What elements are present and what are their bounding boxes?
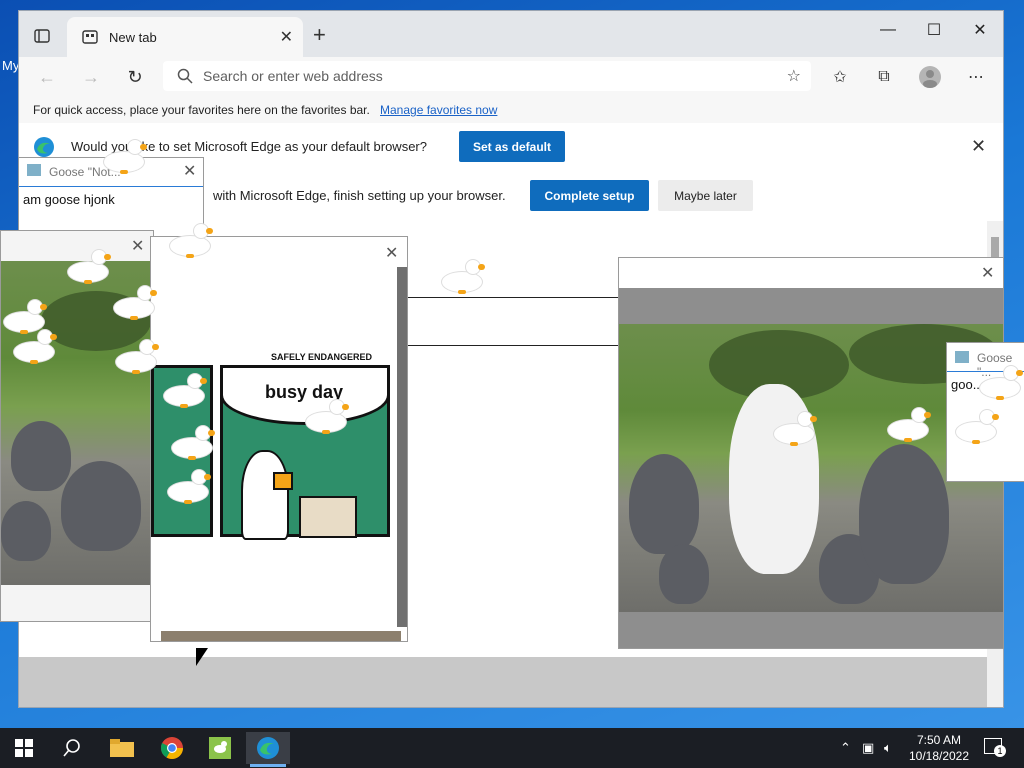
divider-line xyxy=(395,345,621,346)
scrollbar-thumb[interactable] xyxy=(991,237,999,257)
setup-prompt: with Microsoft Edge, finish setting up y… xyxy=(213,188,506,203)
desktop-goose xyxy=(770,412,817,446)
file-explorer-icon[interactable] xyxy=(100,732,144,764)
notepad-close-icon[interactable]: ✕ xyxy=(183,161,196,181)
clock-time: 7:50 AM xyxy=(916,733,962,747)
mouse-cursor xyxy=(196,648,208,666)
collections-icon[interactable]: ⧉ xyxy=(871,65,897,89)
tab-strip: New tab ✕ + — ☐ ✕ xyxy=(19,11,1003,57)
show-hidden-icons-icon[interactable]: ⌃ xyxy=(840,740,851,756)
system-clock[interactable]: 7:50 AM 10/18/2022 xyxy=(906,732,972,764)
action-center-icon[interactable]: 1 xyxy=(984,738,1006,757)
desktop-goose xyxy=(10,330,57,364)
tab-close-icon[interactable]: ✕ xyxy=(280,27,293,47)
tab-new-tab[interactable]: New tab ✕ xyxy=(67,17,303,57)
close-window-icon[interactable]: ✕ xyxy=(957,15,1003,45)
desktop-goose xyxy=(0,300,47,334)
address-bar[interactable]: Search or enter web address ☆ xyxy=(163,61,811,91)
divider-line xyxy=(395,297,621,298)
edge-taskbar-icon[interactable] xyxy=(246,732,290,764)
favbar-text: For quick access, place your favorites h… xyxy=(33,103,370,117)
address-placeholder: Search or enter web address xyxy=(203,68,383,84)
new-tab-icon[interactable]: + xyxy=(313,23,326,47)
edge-logo-icon xyxy=(34,137,54,157)
minimize-icon[interactable]: — xyxy=(865,15,911,45)
refresh-icon[interactable]: ↻ xyxy=(121,65,149,89)
desktop-goose xyxy=(160,374,207,408)
desktop-goose xyxy=(164,470,211,504)
desktop-goose xyxy=(884,408,931,442)
chrome-icon[interactable] xyxy=(150,732,194,764)
desktop-goose xyxy=(112,340,159,374)
desktop-label: My xyxy=(2,58,20,73)
back-icon[interactable]: ← xyxy=(33,65,61,89)
favorites-bar: For quick access, place your favorites h… xyxy=(19,97,1003,124)
start-button-icon[interactable] xyxy=(2,732,46,764)
comic-panel-2: busy day xyxy=(220,365,390,540)
desktop-goose xyxy=(100,140,147,174)
profile-avatar-icon[interactable] xyxy=(917,65,943,89)
desktop-goose xyxy=(168,426,215,460)
desktop-goose-app-icon[interactable] xyxy=(198,732,242,764)
close-infobar-icon[interactable]: ✕ xyxy=(971,136,986,157)
new-tab-page-icon xyxy=(82,30,98,44)
video-close-icon[interactable]: ✕ xyxy=(981,263,994,283)
comic-brand: SAFELY ENDANGERED xyxy=(271,352,373,362)
notification-badge: 1 xyxy=(994,745,1006,757)
desktop-goose xyxy=(952,410,999,444)
desktop-goose xyxy=(976,366,1023,400)
notepad-text[interactable]: am goose hjonk xyxy=(23,192,115,207)
browser-toolbar: ← → ↻ Search or enter web address ☆ ✩ ⧉ … xyxy=(19,57,1003,97)
search-icon xyxy=(177,68,193,84)
tab-title: New tab xyxy=(109,29,157,45)
video-close-icon[interactable]: ✕ xyxy=(131,236,144,256)
more-options-icon[interactable]: ⋯ xyxy=(963,65,989,89)
desktop-goose xyxy=(438,260,485,294)
comic-close-icon[interactable]: ✕ xyxy=(385,243,398,263)
desktop-goose xyxy=(110,286,157,320)
taskbar: ⌃ ▣ 🔈︎ 7:50 AM 10/18/2022 1 xyxy=(0,728,1024,768)
desktop-goose xyxy=(64,250,111,284)
notepad-icon xyxy=(27,164,41,176)
search-icon[interactable] xyxy=(50,732,94,764)
set-default-button[interactable]: Set as default xyxy=(459,131,565,162)
volume-icon[interactable]: 🔈︎ xyxy=(884,740,892,756)
notepad-icon xyxy=(955,351,969,363)
desktop-goose xyxy=(166,224,213,258)
favorites-icon[interactable]: ✩ xyxy=(827,65,853,89)
forward-icon[interactable]: → xyxy=(77,65,105,89)
clock-date: 10/18/2022 xyxy=(908,749,970,763)
manage-favorites-link[interactable]: Manage favorites now xyxy=(380,103,497,117)
maybe-later-button[interactable]: Maybe later xyxy=(658,180,753,211)
maximize-icon[interactable]: ☐ xyxy=(911,15,957,45)
gray-strip xyxy=(19,657,987,707)
desktop-goose xyxy=(302,400,349,434)
add-favorite-icon[interactable]: ☆ xyxy=(787,66,801,86)
complete-setup-button[interactable]: Complete setup xyxy=(530,180,649,211)
tab-actions-icon[interactable] xyxy=(29,23,55,49)
network-icon[interactable]: ▣ xyxy=(862,740,874,756)
